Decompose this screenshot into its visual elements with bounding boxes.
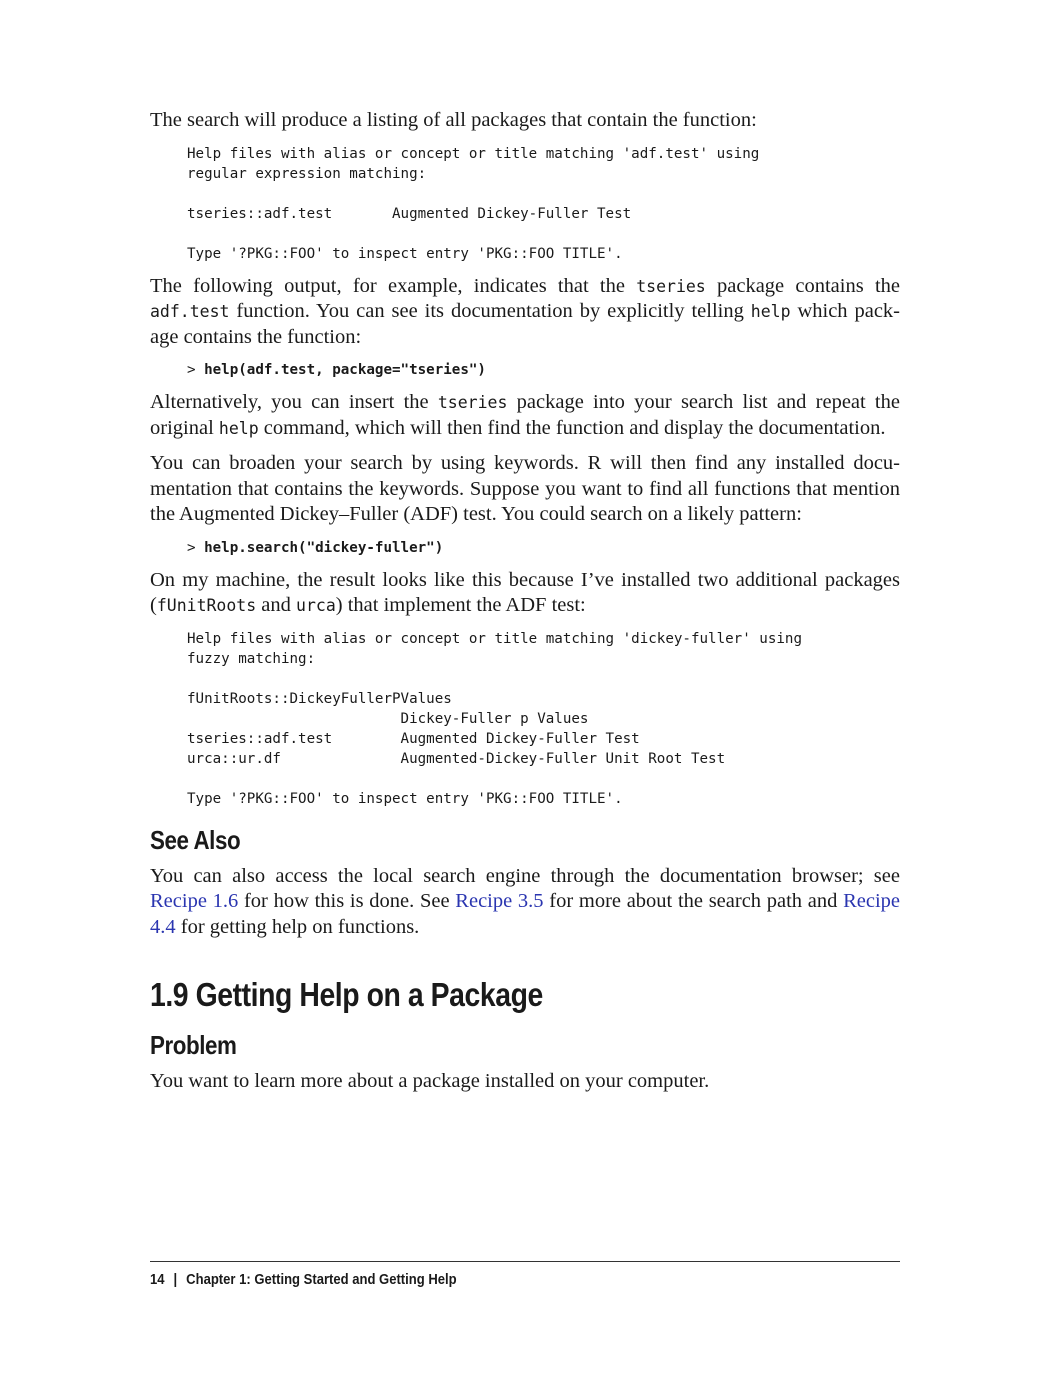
- text-segment: for getting help on functions.: [175, 915, 420, 938]
- code-command-help-search: > help.search("dickey-fuller"): [187, 538, 900, 558]
- recipe-1-6-link[interactable]: Recipe 1.6: [150, 890, 238, 912]
- text-segment: for more about the search path and: [543, 890, 844, 912]
- text-segment: and: [256, 594, 297, 616]
- section-heading: 1.9 Getting Help on a Package: [150, 976, 543, 1013]
- paragraph-tseries-output: The following output, for example, indic…: [150, 274, 900, 351]
- recipe-3-5-link[interactable]: Recipe 3.5: [455, 890, 543, 912]
- footer-content: 14 | Chapter 1: Getting Started and Gettin…: [150, 1272, 457, 1288]
- text-segment: function. You can see its documentation …: [229, 300, 751, 322]
- paragraph-broaden-search: You can broaden your search by using key…: [150, 452, 900, 525]
- code-block-search-output: Help files with alias or concept or titl…: [187, 145, 760, 262]
- page-number: 14: [150, 1272, 165, 1288]
- see-also-paragraph: You can also access the local search eng…: [150, 864, 900, 941]
- inline-code-funitroots: fUnitRoots: [156, 596, 257, 615]
- page-footer: 14 | Chapter 1: Getting Started and Gettin…: [150, 1261, 900, 1288]
- inline-code-urca: urca: [296, 596, 336, 615]
- intro-paragraph: The search will produce a listing of all…: [150, 109, 757, 131]
- footer-separator: |: [173, 1272, 178, 1288]
- chapter-title: Chapter 1: Getting Started and Getting H…: [186, 1272, 457, 1288]
- paragraph-my-machine: On my machine, the result looks like thi…: [150, 568, 900, 619]
- text-segment: The following output, for example, indic…: [150, 274, 637, 297]
- code-block-fuzzy-output: Help files with alias or concept or titl…: [187, 630, 802, 807]
- text-segment: command, which will then find the functi…: [258, 416, 886, 439]
- command-text: help.search("dickey-fuller"): [204, 539, 444, 556]
- see-also-heading: See Also: [150, 824, 241, 855]
- problem-heading: Problem: [150, 1030, 237, 1060]
- text-segment: You can also access the local search eng…: [150, 864, 900, 887]
- inline-code-help: help: [750, 302, 791, 321]
- text-segment: for how this is done. See: [238, 890, 456, 912]
- text-segment: package contains the: [705, 274, 900, 297]
- inline-code-help: help: [218, 418, 259, 438]
- inline-code-tseries: tseries: [437, 393, 508, 412]
- text-segment: ) that implement the ADF test:: [335, 594, 586, 616]
- prompt-symbol: >: [187, 362, 205, 378]
- code-command-help: > help(adf.test, package="tseries"): [187, 360, 900, 380]
- page-content: The search will produce a listing of all…: [150, 108, 900, 1105]
- inline-code-tseries: tseries: [636, 276, 706, 296]
- problem-paragraph: You want to learn more about a package i…: [150, 1070, 710, 1092]
- text-segment: Alternatively, you can insert the: [150, 391, 438, 413]
- paragraph-alternatively: Alternatively, you can insert the tserie…: [150, 390, 900, 441]
- command-text: help(adf.test, package="tseries"): [204, 362, 486, 378]
- inline-code-adf-test: adf.test: [150, 302, 230, 321]
- prompt-symbol: >: [187, 539, 205, 556]
